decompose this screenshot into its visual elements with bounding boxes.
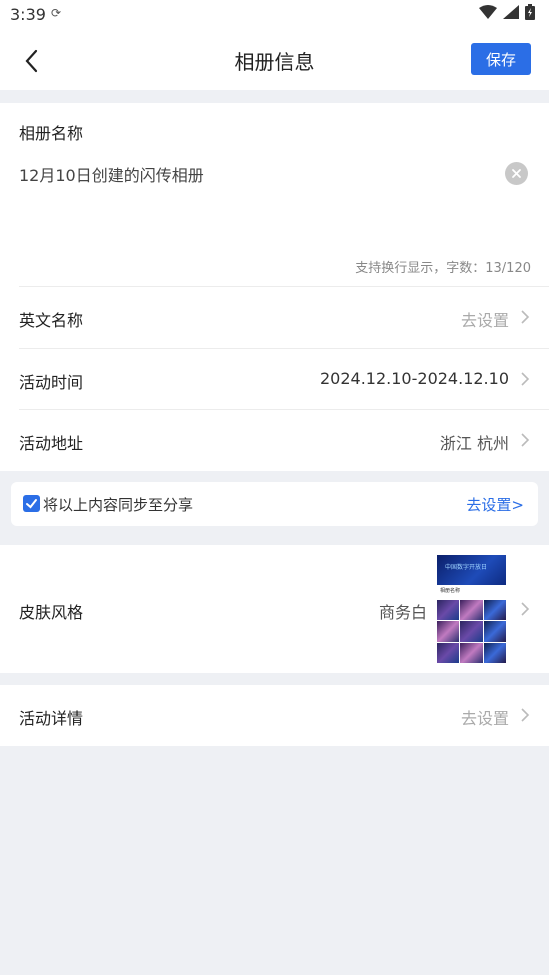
album-name-label: 相册名称 (19, 124, 84, 143)
app-header: 相册信息 保存 (0, 30, 549, 90)
signal-icon (503, 5, 519, 19)
thumb-info: 相册名称 (437, 585, 506, 600)
sync-checkbox[interactable] (23, 495, 40, 512)
char-counter: 支持换行显示，字数：13/120 (355, 261, 531, 276)
chevron-right-icon (521, 602, 530, 616)
sync-settings-link[interactable]: 去设置> (466, 494, 524, 515)
english-name-label: 英文名称 (19, 311, 84, 330)
sync-option: 将以上内容同步至分享 去设置> (11, 482, 538, 526)
row-activity-detail[interactable]: 活动详情 去设置 (0, 685, 549, 746)
chevron-right-icon (521, 372, 530, 386)
thumb-photo (483, 600, 506, 621)
activity-address-value: 浙江 杭州 (439, 434, 509, 453)
status-time: 3:39 (10, 5, 46, 24)
thumb-photo (437, 600, 460, 621)
activity-time-label: 活动时间 (19, 373, 84, 392)
thumb-photo (437, 621, 460, 642)
activity-detail-label: 活动详情 (19, 709, 84, 728)
wifi-icon (479, 5, 497, 19)
save-button[interactable]: 保存 (471, 43, 531, 75)
album-name-input[interactable]: 12月10日创建的闪传相册 (19, 162, 204, 186)
skin-style-label: 皮肤风格 (19, 603, 84, 622)
activity-time-value: 2024.12.10-2024.12.10 (320, 369, 509, 388)
thumb-photo (437, 642, 460, 663)
thumb-photo (460, 621, 483, 642)
thumb-banner-text: 中国数字开放日 (445, 564, 488, 571)
row-activity-address[interactable]: 活动地址 浙江 杭州 (0, 410, 549, 471)
page-title: 相册信息 (234, 50, 315, 74)
skin-style-value: 商务白 (378, 603, 427, 622)
english-name-value: 去设置 (460, 311, 509, 330)
thumb-banner: 中国数字开放日 (437, 555, 506, 585)
clear-button[interactable] (505, 162, 528, 185)
thumb-photo (483, 642, 506, 663)
battery-icon (525, 4, 535, 20)
checkmark-icon (26, 499, 37, 509)
thumb-photo-grid (437, 600, 506, 663)
thumb-photo (483, 621, 506, 642)
skin-thumbnail[interactable]: 中国数字开放日 相册名称 (437, 555, 506, 663)
thumb-info-text: 相册名称 (440, 588, 461, 594)
activity-address-label: 活动地址 (19, 434, 84, 453)
sync-icon: ⟳ (51, 6, 62, 20)
thumb-photo (460, 642, 483, 663)
tooltip-fade (201, 482, 381, 526)
sync-text: 将以上内容同步至分享 (43, 496, 194, 514)
skin-style-row[interactable]: 皮肤风格 商务白 中国数字开放日 相册名称 (0, 545, 549, 673)
clear-icon (512, 169, 521, 178)
thumb-photo (460, 600, 483, 621)
chevron-right-icon (521, 708, 530, 722)
row-activity-time[interactable]: 活动时间 2024.12.10-2024.12.10 (0, 349, 549, 410)
chevron-right-icon (521, 433, 530, 447)
status-icons (479, 4, 535, 20)
chevron-right-icon (521, 310, 530, 324)
row-english-name[interactable]: 英文名称 去设置 (0, 287, 549, 348)
activity-detail-value: 去设置 (460, 709, 509, 728)
status-bar: 3:39 ⟳ (0, 0, 549, 30)
